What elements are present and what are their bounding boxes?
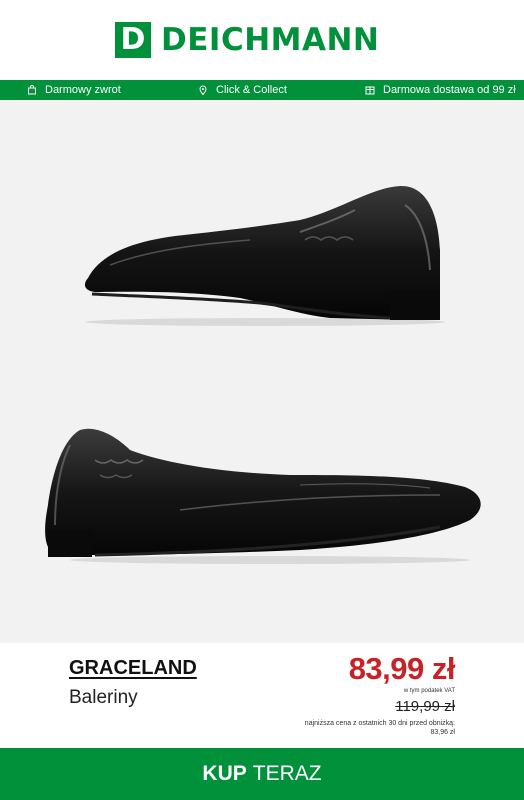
buy-now-label-strong: KUP (202, 762, 247, 785)
product-image-area[interactable] (0, 100, 524, 643)
location-pin-icon (199, 85, 207, 95)
benefit-free-delivery[interactable]: Darmowa dostawa od 99 zł (365, 80, 516, 100)
logo-letter: D (115, 22, 151, 58)
benefit-free-return[interactable]: Darmowy zwrot (27, 80, 121, 100)
product-image-side-left (45, 428, 481, 564)
lowest-price-value: 83,96 zł (430, 729, 455, 736)
benefits-bar: Darmowy zwrot Click & Collect Darmowa do… (0, 80, 524, 100)
header: D DEICHMANN (0, 0, 524, 80)
delivery-box-icon (365, 86, 375, 95)
return-bag-icon (28, 85, 36, 95)
product-info: GRACELAND Baleriny 83,99 zł w tym podate… (0, 643, 524, 748)
product-category: Baleriny (69, 687, 138, 708)
lowest-price-label: najniższa cena z ostatnich 30 dni przed … (304, 720, 455, 727)
benefit-label: Darmowa dostawa od 99 zł (383, 84, 516, 96)
benefit-click-collect[interactable]: Click & Collect (198, 80, 287, 100)
deichmann-logo[interactable]: D DEICHMANN (115, 22, 379, 58)
product-image-side-right (84, 185, 445, 326)
lowest-price-note: najniższa cena z ostatnich 30 dni przed … (275, 719, 455, 737)
vat-note: w tym podatek VAT (403, 688, 455, 694)
benefit-label: Click & Collect (216, 84, 287, 96)
product-brand-link[interactable]: GRACELAND (69, 657, 197, 680)
logo-wordmark: DEICHMANN (161, 22, 380, 58)
buy-now-label-light: TERAZ (252, 762, 322, 785)
current-price: 83,99 zł (348, 651, 456, 686)
buy-now-button[interactable]: KUP TERAZ (0, 748, 524, 800)
old-price: 119,99 zł (395, 698, 455, 715)
benefit-label: Darmowy zwrot (45, 84, 121, 96)
